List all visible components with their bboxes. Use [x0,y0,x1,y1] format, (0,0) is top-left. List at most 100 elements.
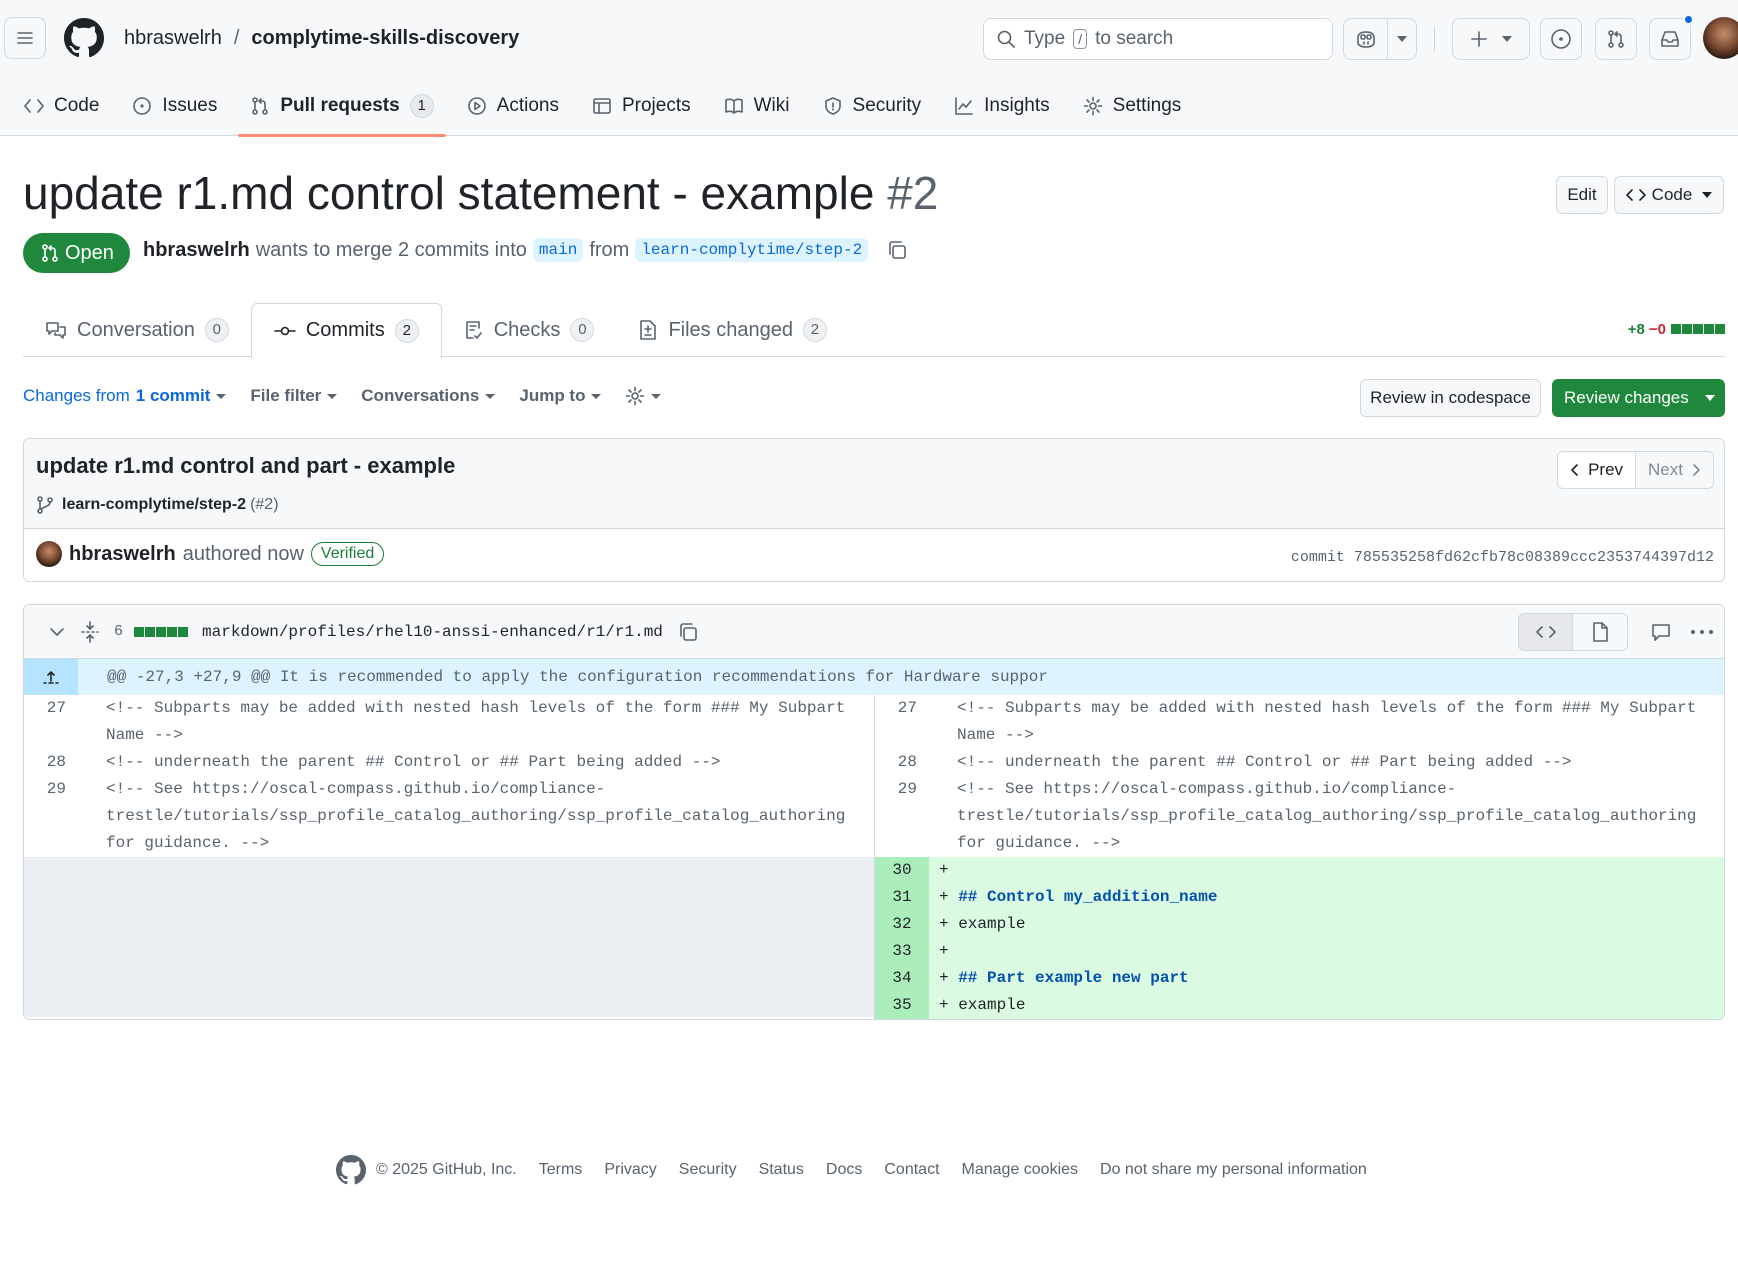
tab-issues[interactable]: Issues [120,76,229,136]
unfold-icon[interactable] [80,620,100,643]
jump-to-dropdown[interactable]: Jump to [519,386,602,406]
tab-security[interactable]: Security [811,76,934,136]
tab-code[interactable]: Code [12,76,111,136]
copilot-menu-button[interactable] [1388,19,1416,59]
repo-owner-link[interactable]: hbraswelrh [124,27,222,50]
copy-icon[interactable] [886,239,908,261]
file-filter-label: File filter [250,386,322,405]
line-content: <!-- Subparts may be added with nested h… [106,699,855,744]
footer-link-privacy[interactable]: Privacy [604,1161,656,1179]
changes-from-dropdown[interactable]: Changes from 1 commit [23,386,227,406]
diff-right: 27 <!-- Subparts may be added with nested… [874,695,1724,1019]
line-number[interactable]: 29 [875,776,929,857]
pr-author-link[interactable]: hbraswelrh [143,239,250,262]
commit-branch: learn-complytime/step-2 (#2) [36,495,279,515]
footer-link-manage-cookies[interactable]: Manage cookies [962,1161,1079,1179]
pr-meta: hbraswelrh wants to merge 2 commits into… [143,238,908,262]
copilot-button[interactable] [1344,19,1388,59]
diff-line: 27 <!-- Subparts may be added with nested… [24,695,874,749]
line-number[interactable]: 35 [875,992,929,1019]
tab-settings[interactable]: Settings [1071,76,1194,136]
tab-label: Insights [984,95,1050,116]
footer-link-contact[interactable]: Contact [884,1161,939,1179]
comment-icon[interactable] [1650,621,1672,643]
issue-opened-icon [1551,29,1571,49]
repo-name-link[interactable]: complytime-skills-discovery [251,27,519,50]
line-number[interactable]: 29 [24,776,78,857]
checklist-icon [465,321,482,339]
tab-wiki[interactable]: Wiki [712,76,802,136]
tab-insights[interactable]: Insights [942,76,1061,136]
commit-author-link[interactable]: hbraswelrh [69,543,176,566]
expand-up-button[interactable] [24,659,78,695]
search-input[interactable]: Type / to search [983,18,1333,60]
pr-tabs: Conversation 0 Commits 2 Checks 0 Files … [23,303,1725,358]
line-number[interactable]: 33 [875,938,929,965]
line-number[interactable]: 27 [875,695,929,749]
line-number[interactable]: 27 [24,695,78,749]
footer-link-security[interactable]: Security [679,1161,737,1179]
line-number[interactable]: 34 [875,965,929,992]
code-icon [1535,626,1556,638]
conversations-dropdown[interactable]: Conversations [361,386,496,406]
line-number[interactable]: 30 [875,857,929,884]
tab-label: Issues [162,95,218,116]
pr-title-text: update r1.md control statement - example [23,167,875,219]
git-pull-request-icon [42,244,58,262]
tab-label: Code [54,95,100,116]
source-diff-button[interactable] [1519,614,1573,650]
comment-discussion-icon [46,322,66,339]
commit-pr-ref[interactable]: (#2) [250,496,278,514]
line-number[interactable]: 28 [875,749,929,776]
issues-shortcut-button[interactable] [1540,18,1582,60]
review-in-codespace-button[interactable]: Review in codespace [1360,379,1541,417]
footer-link-do-not-share-my-personal-information[interactable]: Do not share my personal information [1100,1161,1367,1179]
line-number[interactable]: 32 [875,911,929,938]
author-avatar[interactable] [36,541,62,567]
copy-icon[interactable] [677,621,699,643]
footer-link-status[interactable]: Status [759,1161,804,1179]
code-button[interactable]: Code [1614,176,1724,214]
tab-actions[interactable]: Actions [455,76,571,136]
tab-projects[interactable]: Projects [580,76,703,136]
github-mark-icon[interactable] [336,1155,366,1185]
tab-commits[interactable]: Commits 2 [250,303,442,358]
gear-icon [1083,96,1102,116]
diff-settings-dropdown[interactable] [625,386,662,406]
commit-pager: Prev Next [1557,451,1714,489]
github-logo[interactable] [64,18,104,58]
footer-link-terms[interactable]: Terms [539,1161,583,1179]
added-text: example [958,996,1026,1014]
tab-pull-requests[interactable]: Pull requests 1 [238,76,447,137]
merge-text: wants to merge 2 commits into [255,238,527,261]
edit-button[interactable]: Edit [1556,176,1608,214]
head-branch[interactable]: learn-complytime/step-2 [635,238,869,262]
conversations-label: Conversations [361,386,480,405]
diff-left: 27 <!-- Subparts may be added with nested… [24,695,874,1019]
tab-files-changed[interactable]: Files changed 2 [616,303,849,357]
triangle-down-icon [1702,192,1713,198]
file-path[interactable]: markdown/profiles/rhel10-anssi-enhanced/… [202,623,663,641]
line-number[interactable]: 28 [24,749,78,776]
base-branch[interactable]: main [532,238,584,262]
prev-commit-button[interactable]: Prev [1558,452,1637,488]
diff-toolbar: Changes from 1 commit File filter Conver… [23,386,662,406]
footer-link-docs[interactable]: Docs [826,1161,862,1179]
verified-badge[interactable]: Verified [310,542,385,566]
tab-conversation[interactable]: Conversation 0 [23,303,251,357]
user-avatar[interactable] [1703,17,1738,59]
next-commit-button[interactable]: Next [1636,452,1713,488]
chevron-down-icon[interactable] [48,623,66,641]
inbox-button[interactable] [1649,18,1691,60]
pr-state-label: Open [65,241,114,264]
pull-requests-shortcut-button[interactable] [1595,18,1637,60]
file-filter-dropdown[interactable]: File filter [250,386,338,406]
review-changes-button[interactable]: Review changes [1552,379,1725,417]
kebab-horizontal-icon[interactable] [1690,629,1714,635]
line-number[interactable]: 31 [875,884,929,911]
create-new-button[interactable] [1452,18,1530,60]
commit-branch-link[interactable]: learn-complytime/step-2 [62,496,246,514]
menu-button[interactable] [4,17,46,59]
tab-checks[interactable]: Checks 0 [442,303,617,357]
rich-diff-button[interactable] [1573,614,1627,650]
